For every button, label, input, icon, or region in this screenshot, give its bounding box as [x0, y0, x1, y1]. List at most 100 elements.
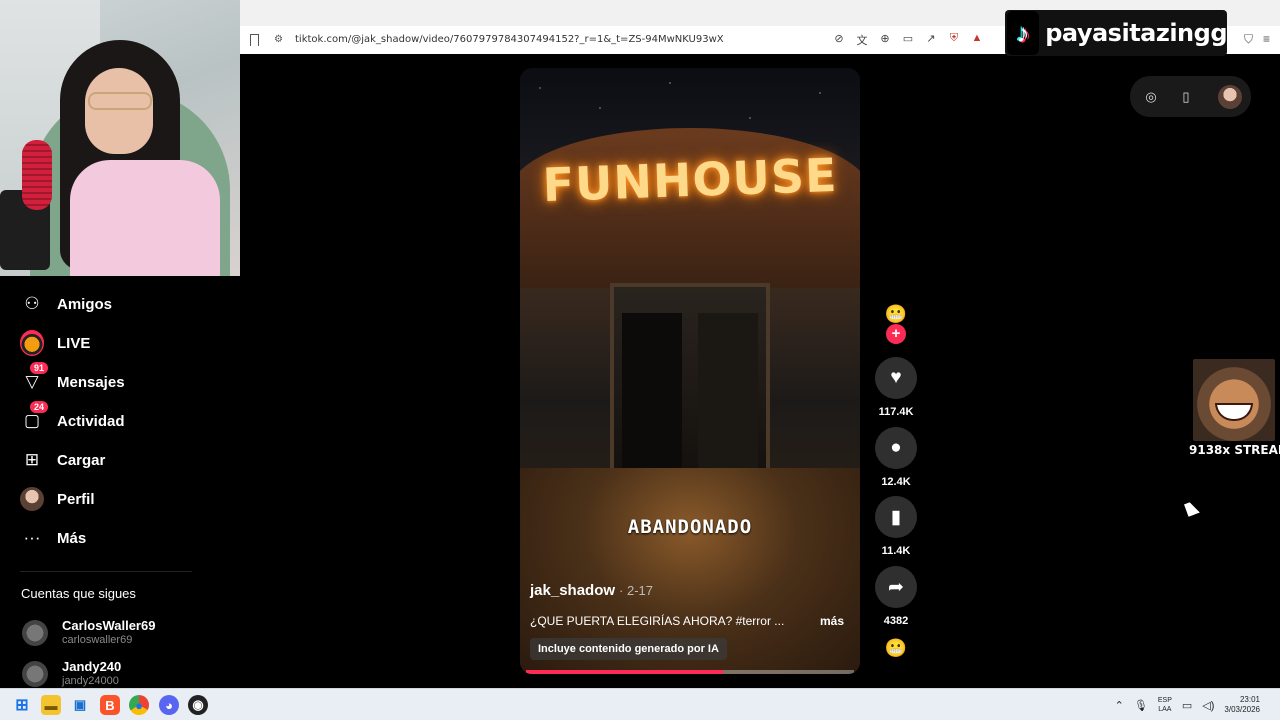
streak-text: 9138x STREAK [1189, 443, 1280, 457]
following-title: Cuentas que sigues [21, 586, 136, 601]
messages-badge: 91 [30, 362, 49, 374]
zoom-icon[interactable]: ⊕ [878, 32, 892, 48]
sidebar-item-label: Actividad [57, 412, 125, 430]
save-button[interactable]: ▮ [875, 496, 917, 538]
people-icon: ⚇ [24, 294, 40, 313]
following-account[interactable]: CarlosWaller69 carloswaller69 [22, 618, 155, 647]
sidebar-item-live[interactable]: LIVE [20, 328, 90, 358]
sidebar-item-label: Más [57, 529, 87, 547]
brave-shield-icon[interactable]: ⛨ [947, 32, 961, 48]
sound-avatar[interactable]: 😬 [878, 638, 914, 668]
sidebar-divider [20, 571, 192, 572]
no-translate-icon[interactable]: ⊘ [832, 32, 846, 48]
share-button[interactable]: ➦ [875, 566, 917, 608]
translate-icon[interactable]: 文 [855, 32, 869, 48]
more-icon: ··· [23, 528, 41, 547]
sidebar-item-mas[interactable]: ··· Más [20, 523, 87, 553]
video-overlay-text: ABANDONADO [627, 516, 753, 538]
clock-time: 23:01 [1239, 695, 1260, 704]
wallet-icon[interactable]: ⛉ [1244, 32, 1253, 47]
tiktok-coin-icon[interactable]: ◎ [1137, 83, 1165, 111]
sidebar-item-label: Cargar [57, 451, 106, 469]
language-code: ESP [1157, 697, 1172, 704]
comment-button[interactable]: ● [875, 427, 917, 469]
network-icon[interactable]: ▭ [1182, 699, 1192, 712]
webcam-body [70, 160, 220, 276]
avatar [22, 619, 48, 646]
chevron-up-icon[interactable]: ⌃ [1115, 699, 1124, 712]
screen: ⚙ tiktok.com/@jak_shadow/video/760797978… [0, 0, 1280, 720]
share-icon: ➦ [888, 576, 904, 598]
webcam-microphone [22, 140, 52, 210]
upload-icon: ⊞ [24, 450, 40, 469]
streak-image [1193, 359, 1275, 441]
sidebar-item-actividad[interactable]: ▢ 24 Actividad [20, 401, 125, 436]
clock[interactable]: 23:01 3/03/2026 [1224, 695, 1260, 715]
sidebar-item-perfil[interactable]: Perfil [20, 484, 95, 514]
channel-overlay: ♪ payasitazingg [1005, 10, 1227, 56]
windows-start-icon[interactable]: ⊞ [12, 695, 32, 715]
browser-menu-tools: ⛉ ≡ [1244, 32, 1270, 47]
keyboard-layout: LAA [1158, 706, 1172, 713]
following-account[interactable]: Jandy240 jandy24000 [22, 659, 121, 688]
device-panel: ◎ ▯ [1130, 76, 1251, 117]
video-author[interactable]: jak_shadow · 2-17 [530, 582, 653, 599]
share-icon[interactable]: ↗ [924, 32, 938, 48]
activity-badge: 24 [30, 401, 49, 413]
bookmark-icon[interactable] [250, 34, 259, 46]
sidebar-item-amigos[interactable]: ⚇ Amigos [20, 289, 112, 319]
sidebar-item-label: Amigos [57, 295, 113, 313]
like-button[interactable]: ♥ [875, 357, 917, 399]
account-name: Jandy240 [62, 659, 122, 674]
screen-icon[interactable]: ▭ [901, 32, 915, 48]
avatar [20, 487, 44, 511]
notification-icon: ▢ 24 [20, 401, 49, 433]
comment-icon: ● [890, 437, 902, 458]
account-handle: jandy24000 [62, 675, 119, 687]
mobile-icon[interactable]: ▯ [1172, 83, 1200, 111]
address-bar-tools: ⊘ 文 ⊕ ▭ ↗ ⛨ ▲ [832, 32, 984, 48]
webcam-face [85, 68, 153, 154]
comment-count: 12.4K [881, 476, 911, 488]
chrome-icon[interactable]: ● [129, 695, 149, 715]
sidebar-item-cargar[interactable]: ⊞ Cargar [20, 445, 105, 475]
microphone-icon[interactable]: 🎙 [1134, 699, 1148, 712]
ai-content-label: Incluye contenido generado por IA [530, 638, 727, 660]
video-progress-fill [526, 670, 723, 674]
avatar[interactable] [1218, 84, 1242, 109]
site-settings-icon[interactable]: ⚙ [274, 34, 283, 45]
sidebar-item-label: Perfil [57, 490, 95, 508]
obs-icon[interactable]: ◉ [188, 695, 208, 715]
heart-icon: ♥ [890, 367, 902, 388]
mouse-cursor-icon [1184, 500, 1200, 517]
video-description: ¿QUE PUERTA ELEGIRÍAS AHORA? #terror ... [530, 614, 785, 628]
brave-rewards-icon[interactable]: ▲ [970, 32, 984, 48]
send-icon: ▽ 91 [20, 362, 49, 394]
sidebar-item-mensajes[interactable]: ▽ 91 Mensajes [20, 362, 125, 397]
share-count: 4382 [883, 615, 909, 627]
url-text[interactable]: tiktok.com/@jak_shadow/video/76079797843… [295, 34, 724, 45]
video-date: · 2-17 [619, 583, 654, 598]
task-view-icon[interactable]: ▣ [70, 695, 90, 715]
volume-icon[interactable]: ◁) [1202, 699, 1214, 712]
language-indicator[interactable]: ESP LAA [1158, 696, 1172, 714]
brave-browser-icon[interactable]: B [100, 695, 120, 715]
account-name: CarlosWaller69 [62, 618, 156, 633]
clock-date: 3/03/2026 [1224, 705, 1260, 714]
video-progress-bar[interactable] [526, 670, 854, 674]
video-player[interactable]: FUNHOUSE ABANDONADO jak_shadow · 2-17 ¿QU… [520, 68, 860, 674]
menu-icon[interactable]: ≡ [1263, 32, 1270, 47]
sidebar-item-label: LIVE [57, 334, 91, 352]
bookmark-icon: ▮ [890, 506, 902, 528]
like-count: 117.4K [878, 406, 914, 418]
live-icon [20, 330, 44, 356]
file-explorer-icon[interactable]: ▬ [41, 695, 61, 715]
more-button[interactable]: más [820, 614, 844, 628]
author-name[interactable]: jak_shadow [530, 582, 615, 599]
video-door-left [622, 313, 682, 473]
video-door-right [698, 313, 758, 473]
follow-button[interactable]: + [886, 324, 906, 344]
channel-name: payasitazingg [1045, 19, 1227, 47]
webcam-glasses [88, 92, 152, 110]
discord-icon[interactable]: ◕ [159, 695, 179, 715]
